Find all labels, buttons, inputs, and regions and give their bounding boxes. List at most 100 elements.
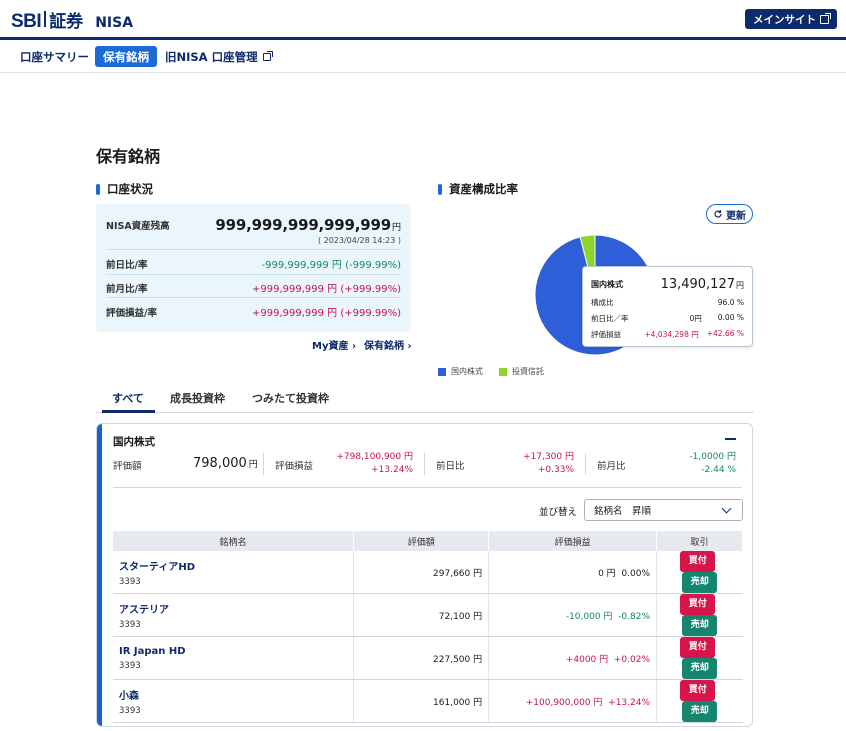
- divider: [113, 487, 742, 488]
- balance-timestamp: ( 2023/04/28 14:23 ): [317, 236, 401, 245]
- nav-old-nisa-label: 旧NISA 口座管理: [165, 49, 258, 64]
- product-name: NISA: [95, 15, 134, 31]
- trade-cell: 買付売却: [656, 593, 743, 637]
- stock-name-link[interactable]: 小森: [119, 687, 347, 702]
- valuation-amount: 798,000 円: [193, 456, 258, 471]
- valuation-value: 798,000: [193, 456, 247, 471]
- logo-suffix: 証券: [49, 12, 84, 32]
- sbi-logo[interactable]: SBI 証券 NISA: [11, 7, 133, 33]
- stock-name-link[interactable]: アステリア: [119, 601, 347, 616]
- tooltip-pl-row: 評価損益 +4,034,298 円 +42.66 %: [591, 329, 744, 340]
- pl-pct: +13.24%: [608, 697, 651, 708]
- tooltip-name: 国内株式: [591, 280, 623, 289]
- day-change-value: -999,999,999 円 (-999.99%): [261, 260, 402, 271]
- stock-name-link[interactable]: IR Japan HD: [119, 646, 347, 657]
- domestic-stock-card: 国内株式 評価額 798,000 円 評価損益 +798,100,900 円 +1…: [96, 423, 753, 727]
- month-change-row: 前月比/率 +999,999,999 円 (+999.99%): [106, 280, 401, 296]
- refresh-button[interactable]: 更新: [706, 204, 753, 224]
- main-site-label: メインサイト: [753, 13, 816, 26]
- tooltip-pl-value: +4,034,298 円: [644, 330, 699, 339]
- refresh-label: 更新: [726, 210, 746, 222]
- account-status-heading: 口座状況: [96, 181, 153, 197]
- stock-cell: アステリア 3393: [113, 593, 355, 637]
- tooltip-pl-pct: +42.66 %: [706, 329, 744, 338]
- collapse-icon[interactable]: [725, 438, 736, 440]
- active-tab-indicator: [102, 410, 155, 413]
- valuation-cell: 161,000 円: [353, 679, 490, 723]
- buy-button[interactable]: 買付: [680, 551, 716, 572]
- stock-code: 3393: [119, 619, 141, 630]
- tab-growth[interactable]: 成長投資枠: [170, 390, 225, 406]
- pl-row: 評価損益/率 +999,999,999 円 (+999.99%): [106, 304, 401, 320]
- top-header: SBI 証券 NISA メインサイト: [0, 0, 846, 38]
- holdings-link[interactable]: 保有銘柄 ›: [364, 337, 412, 352]
- pl-value: 0 円: [598, 568, 616, 579]
- account-status-heading-text: 口座状況: [107, 182, 153, 196]
- legend-domestic-stock: 国内株式: [438, 366, 483, 377]
- holdings-table: 銘柄名 評価額 評価損益 取引 スターティアHD 3393 297,660 円 …: [113, 531, 743, 723]
- balance-row: NISA資産残高 999,999,999,999,999円: [106, 216, 401, 234]
- valuation-cell: 72,100 円: [353, 593, 490, 637]
- table-row: アステリア 3393 72,100 円 -10,000 円 -0.82% 買付売…: [113, 593, 743, 637]
- buy-button[interactable]: 買付: [680, 594, 716, 615]
- pl-pct: 0.00%: [621, 568, 651, 579]
- month-change-label: 前月比/率: [106, 283, 148, 295]
- sell-button[interactable]: 売却: [682, 658, 718, 679]
- main-site-button[interactable]: メインサイト: [745, 9, 837, 29]
- month-change-value: +999,999,999 円 (+999.99%): [251, 284, 401, 295]
- stock-code: 3393: [119, 660, 141, 671]
- chevron-down-icon: [721, 503, 732, 514]
- sort-select[interactable]: 銘柄名 昇順: [584, 499, 743, 521]
- sell-button[interactable]: 売却: [682, 701, 718, 722]
- pl-cell: -10,000 円 -0.82%: [488, 593, 658, 637]
- trade-cell: 買付売却: [656, 636, 743, 680]
- summary-day: +17,300 円 +0.33%: [523, 451, 574, 477]
- summary-day-value: +17,300 円: [523, 452, 574, 462]
- tooltip-value: 13,490,127: [660, 277, 735, 292]
- sort-label: 並び替え: [539, 507, 578, 518]
- sell-button[interactable]: 売却: [682, 615, 718, 636]
- tooltip-ratio-value: 96.0 %: [717, 298, 744, 307]
- tab-tsumitate[interactable]: つみたて投資枠: [252, 390, 329, 406]
- table-row: スターティアHD 3393 297,660 円 0 円 0.00% 買付売却: [113, 551, 743, 594]
- nav-old-nisa[interactable]: 旧NISA 口座管理: [165, 46, 273, 67]
- tooltip-daychange-value: 0円: [689, 314, 702, 323]
- tooltip-ratio-row: 構成比 96.0 %: [591, 297, 744, 308]
- buy-button[interactable]: 買付: [680, 680, 716, 701]
- valuation-unit: 円: [248, 460, 258, 470]
- day-change-row: 前日比/率 -999,999,999 円 (-999.99%): [106, 256, 402, 272]
- tooltip-header: 国内株式 13,490,127円: [591, 277, 744, 292]
- valuation-cell: 227,500 円: [353, 636, 490, 680]
- divider: [106, 249, 401, 250]
- external-link-icon: [262, 50, 273, 61]
- legend-swatch: [499, 367, 507, 376]
- balance-value: 999,999,999,999,999: [215, 216, 391, 234]
- my-assets-link[interactable]: My資産 ›: [312, 337, 356, 352]
- external-link-icon: [820, 12, 831, 24]
- column-header: 取引: [656, 531, 743, 551]
- buy-button[interactable]: 買付: [680, 637, 716, 658]
- tooltip-amount: 13,490,127円: [661, 277, 744, 292]
- tab-all[interactable]: すべて: [112, 390, 144, 406]
- column-header: 評価損益: [488, 531, 658, 551]
- divider: [106, 297, 401, 298]
- divider: [424, 453, 425, 475]
- summary-month-label: 前月比: [597, 461, 626, 472]
- stock-name-link[interactable]: スターティアHD: [119, 558, 347, 573]
- sell-button[interactable]: 売却: [682, 572, 718, 593]
- pl-cell: +4000 円 +0.02%: [488, 636, 658, 680]
- stock-cell: IR Japan HD 3393: [113, 636, 355, 680]
- heading-marker: [438, 183, 442, 195]
- summary-day-pct: +0.33%: [537, 465, 574, 475]
- nav-holdings[interactable]: 保有銘柄: [95, 46, 157, 67]
- trade-cell: 買付売却: [656, 679, 743, 723]
- pl-cell: 0 円 0.00%: [488, 551, 658, 594]
- pl-value: -10,000 円: [565, 611, 613, 622]
- sort-value: 銘柄名 昇順: [594, 506, 652, 517]
- divider: [106, 274, 401, 275]
- tooltip-unit: 円: [736, 281, 744, 290]
- tooltip-pl-values: +4,034,298 円 +42.66 %: [644, 329, 744, 340]
- pl-pct: +0.02%: [613, 654, 651, 665]
- nav-account-summary[interactable]: 口座サマリー: [20, 46, 89, 67]
- table-header-row: 銘柄名 評価額 評価損益 取引: [113, 531, 743, 551]
